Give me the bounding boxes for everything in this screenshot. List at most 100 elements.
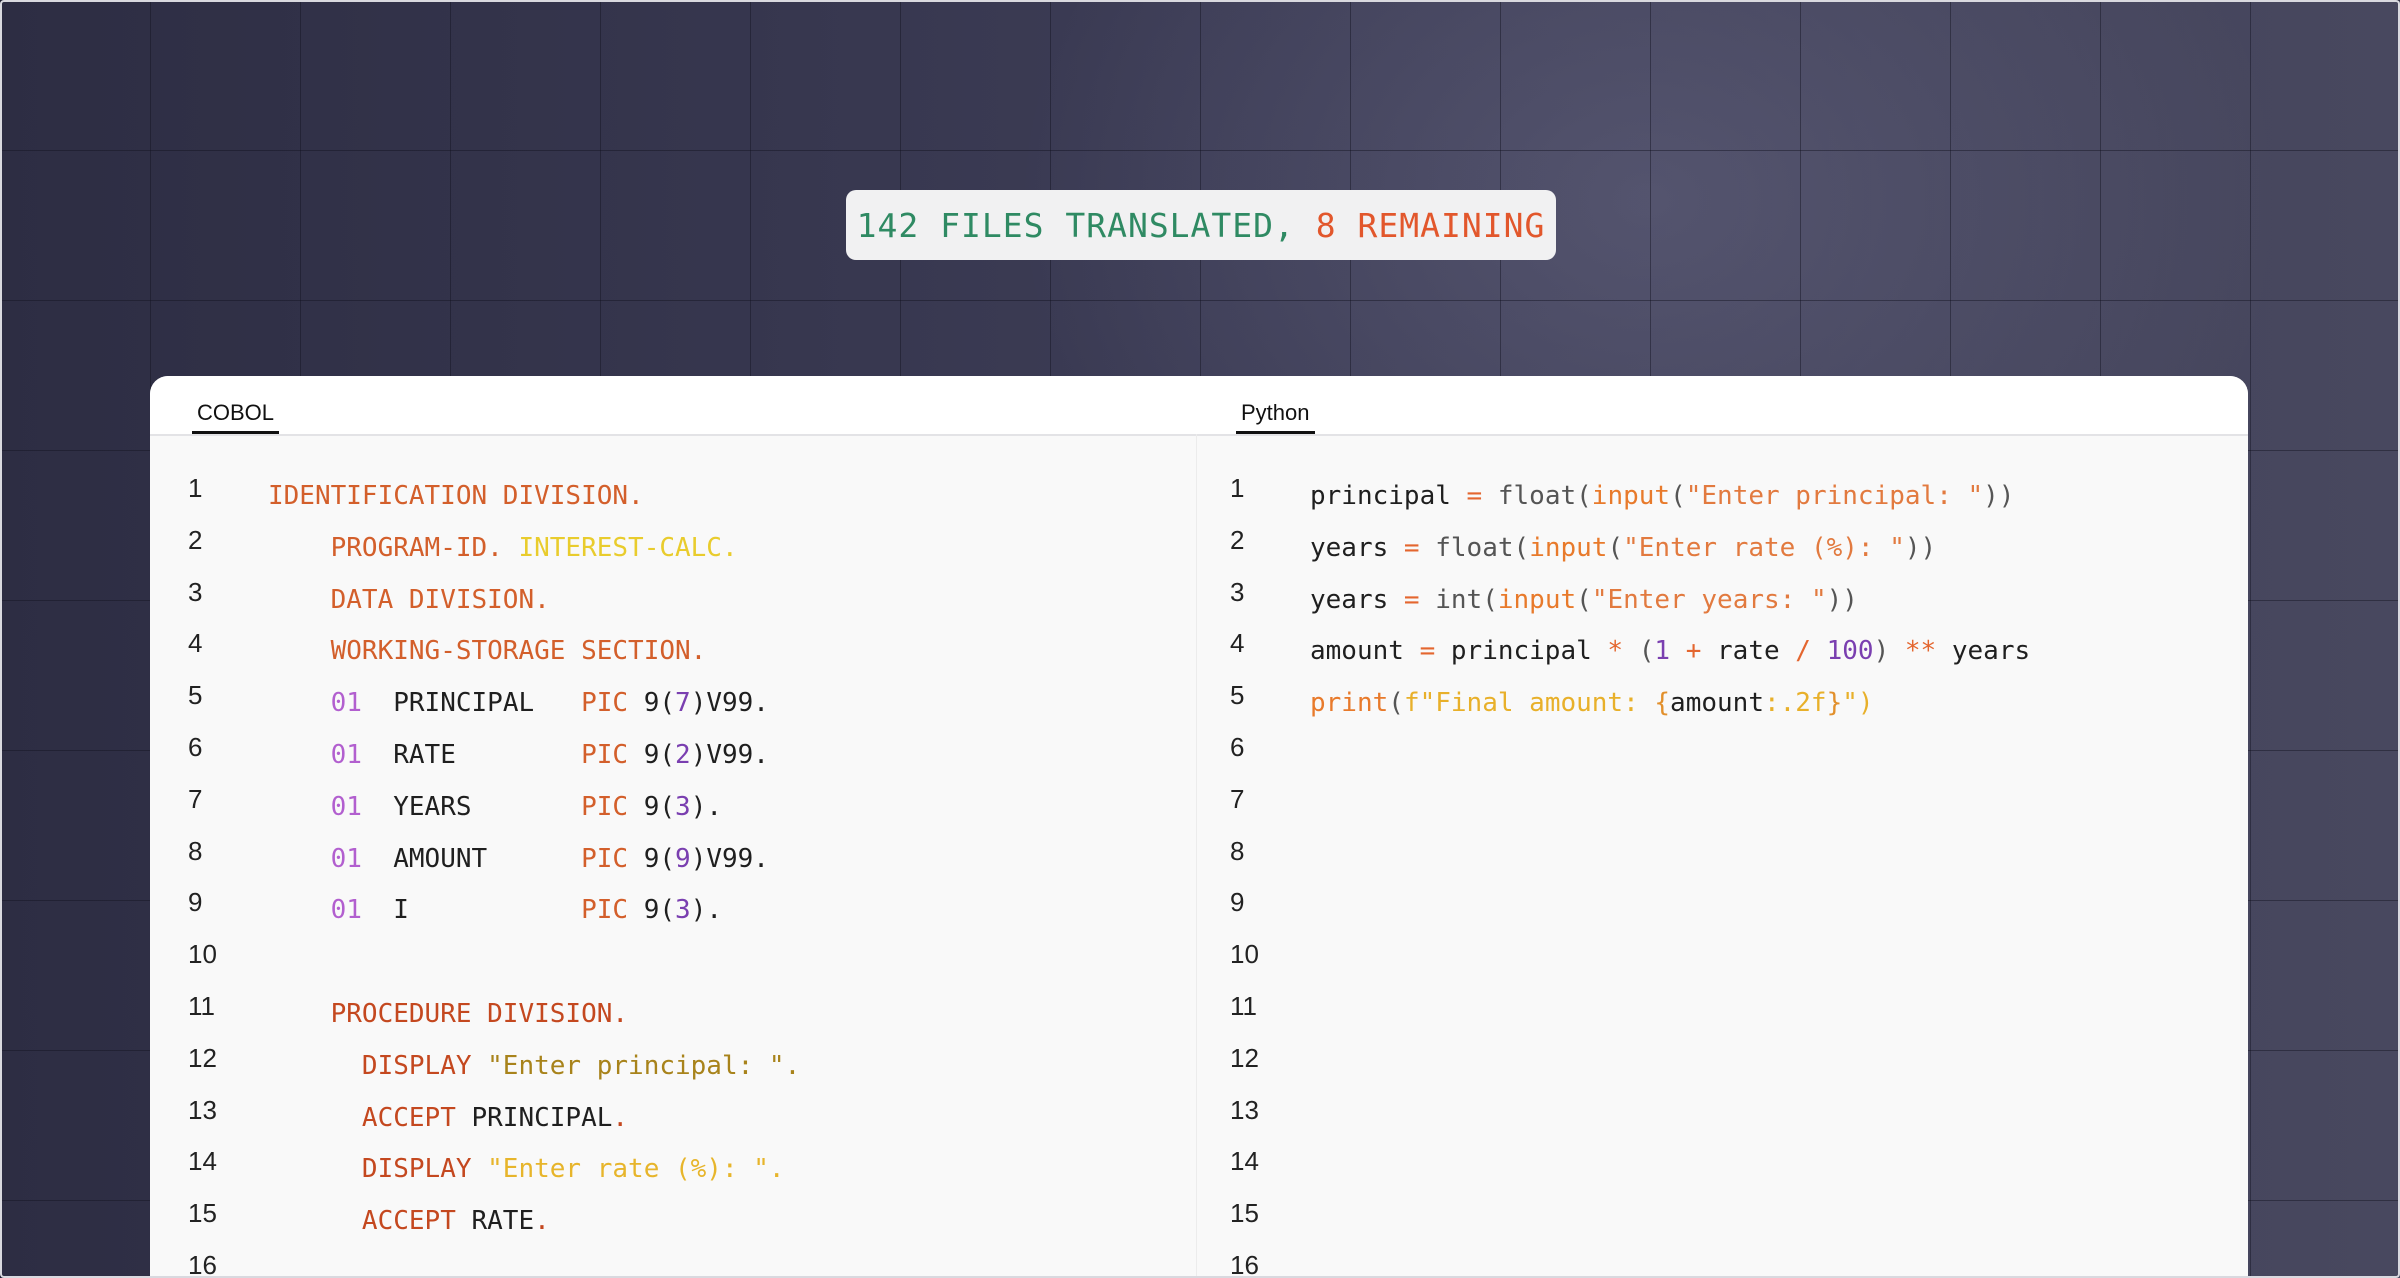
code-token: float — [1435, 532, 1514, 563]
code-token: = — [1388, 584, 1436, 615]
code-token: RATE — [471, 1206, 535, 1237]
python-line-number: 6 — [1230, 732, 1245, 762]
python-line-number: 13 — [1230, 1094, 1259, 1125]
python-line-number: 10 — [1230, 939, 1259, 970]
code-token: )) — [1983, 481, 2015, 511]
code-token: )V99. — [690, 843, 769, 874]
cobol-code-line: 01 YEARS PIC 9(3). — [268, 787, 722, 827]
code-token: PIC — [581, 688, 644, 719]
code-token: DISPLAY — [361, 1154, 488, 1185]
cobol-code-line: 01 I PIC 9(3). — [268, 890, 722, 930]
code-token: ( — [1576, 481, 1592, 511]
code-token: 7 — [675, 688, 691, 719]
tab-cobol[interactable]: COBOL — [192, 400, 280, 434]
code-token: 9( — [643, 895, 676, 926]
code-token: 2 — [675, 740, 691, 770]
python-line-number: 9 — [1230, 887, 1245, 918]
code-token: ( — [1388, 688, 1404, 719]
code-token: PRINCIPAL — [361, 688, 582, 719]
code-token: WORKING-STORAGE SECTION. — [330, 636, 707, 667]
code-token: IDENTIFICATION DIVISION. — [268, 481, 644, 511]
code-token: 100 — [1826, 636, 1874, 667]
code-token: 3 — [675, 791, 691, 822]
code-token: { — [1654, 688, 1671, 719]
code-token: f"Final amount: — [1403, 688, 1655, 719]
cobol-code-line: IDENTIFICATION DIVISION. — [268, 476, 644, 516]
code-token: = — [1388, 532, 1436, 563]
python-code-line: print(f"Final amount: {amount:.2f}") — [1310, 683, 1874, 723]
python-line-number: 2 — [1230, 524, 1245, 555]
code-token: rate — [1717, 636, 1780, 667]
python-line-number: 4 — [1230, 628, 1245, 659]
python-code-line: years = int(input("Enter years: ")) — [1310, 580, 1858, 620]
code-token: + — [1670, 636, 1718, 667]
code-token: ( — [1576, 584, 1592, 615]
code-token: "Enter rate (%): " — [1623, 532, 1905, 563]
code-token: ( — [1670, 481, 1686, 511]
code-token: ACCEPT — [361, 1102, 472, 1133]
code-token: ( — [1607, 532, 1624, 563]
python-line-number: 8 — [1230, 835, 1245, 866]
cobol-line-number: 14 — [188, 1146, 217, 1177]
code-token: :.2f — [1763, 688, 1827, 719]
cobol-line-number: 7 — [188, 783, 203, 814]
code-token: YEARS — [361, 791, 582, 822]
python-code-line: amount = principal * (1 + rate / 100) **… — [1310, 631, 2030, 671]
code-token: ** — [1889, 636, 1952, 667]
cobol-code-line: ACCEPT RATE. — [268, 1201, 550, 1241]
cobol-line-number: 3 — [188, 576, 203, 607]
python-line-number: 14 — [1230, 1146, 1259, 1177]
code-token: PIC — [581, 791, 644, 822]
cobol-line-number: 9 — [188, 887, 203, 918]
python-line-number: 12 — [1230, 1042, 1259, 1073]
python-line-number: 15 — [1230, 1198, 1259, 1229]
code-token: ") — [1842, 688, 1874, 719]
cobol-line-number: 15 — [188, 1198, 217, 1229]
cobol-line-number: 5 — [188, 680, 203, 711]
cobol-line-number: 12 — [188, 1042, 217, 1073]
cobol-line-number: 4 — [188, 628, 203, 659]
code-token: 3 — [675, 895, 691, 926]
code-token: PIC — [581, 843, 644, 874]
code-token: RATE — [361, 740, 582, 770]
code-token: DATA DIVISION. — [330, 584, 550, 615]
code-token: ( — [1482, 584, 1498, 615]
code-token: years — [1310, 532, 1389, 563]
code-token: 9( — [643, 740, 676, 770]
cobol-line-number: 8 — [188, 835, 203, 866]
code-token: int — [1435, 584, 1483, 615]
tab-python[interactable]: Python — [1236, 400, 1315, 434]
code-token: I — [361, 895, 582, 926]
code-token: INTEREST-CALC. — [518, 532, 738, 563]
cobol-line-number: 13 — [188, 1094, 217, 1125]
cobol-line-number: 10 — [188, 939, 217, 970]
code-token: = — [1403, 636, 1451, 667]
code-token: ( — [1638, 636, 1655, 667]
code-token: years — [1310, 584, 1389, 615]
code-token: )) — [1904, 532, 1937, 563]
cobol-code-line: 01 PRINCIPAL PIC 9(7)V99. — [268, 683, 769, 723]
remaining-count: 8 REMAINING — [1315, 205, 1546, 245]
cobol-line-number: 11 — [188, 991, 215, 1021]
cobol-code-line: DISPLAY "Enter principal: ". — [268, 1046, 800, 1086]
pane-divider — [1196, 434, 1197, 1278]
python-line-number: 16 — [1230, 1250, 1259, 1278]
code-token: PROGRAM-ID. — [330, 532, 519, 563]
code-token: years — [1951, 636, 2031, 667]
code-token: = — [1450, 481, 1498, 511]
code-token: . — [612, 1102, 629, 1133]
cobol-line-number: 2 — [188, 524, 203, 555]
code-token: amount — [1670, 688, 1764, 719]
python-line-number: 3 — [1230, 576, 1245, 607]
code-token: ) — [1873, 636, 1890, 667]
code-token: } — [1826, 688, 1843, 719]
code-token: . — [534, 1206, 550, 1237]
